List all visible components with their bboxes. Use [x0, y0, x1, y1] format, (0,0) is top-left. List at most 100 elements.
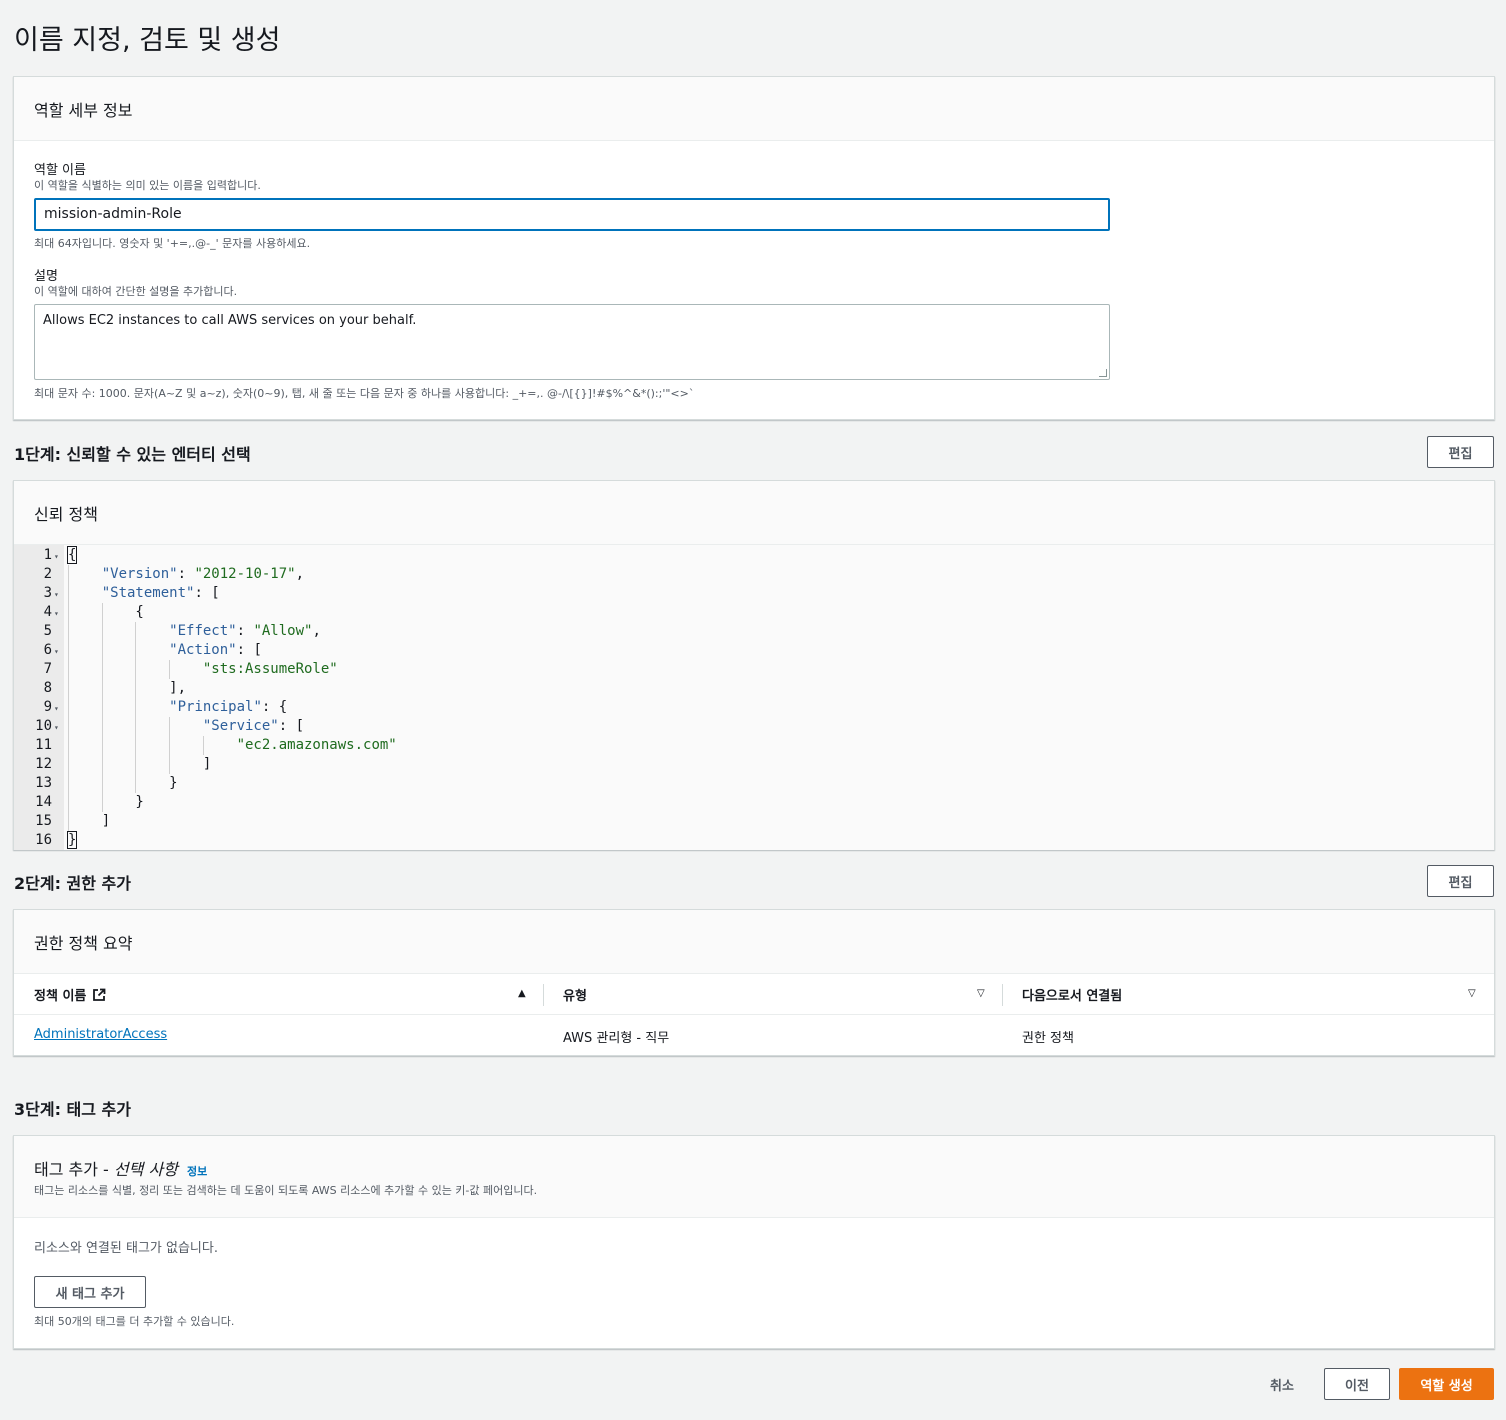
- code-text: ]: [68, 813, 111, 829]
- column-header-type[interactable]: 유형: [563, 974, 587, 1015]
- permissions-summary-header: 권한 정책 요약: [14, 910, 1494, 974]
- tags-title-main: 태그 추가 -: [34, 1160, 114, 1179]
- code-line: 7 "sts:AssumeRole": [14, 660, 1494, 679]
- step1-heading: 1단계: 신뢰할 수 있는 엔터티 선택: [14, 445, 251, 464]
- line-number: 14: [35, 794, 52, 810]
- line-number: 9: [43, 699, 52, 715]
- indent-guide: [169, 717, 171, 774]
- code-line: 12 ]: [14, 755, 1494, 774]
- role-name-constraint: 최대 64자입니다. 영숫자 및 '+=,.@-_' 문자를 사용하세요.: [34, 237, 311, 250]
- line-number: 13: [35, 775, 52, 791]
- add-tag-button[interactable]: 새 태그 추가: [34, 1276, 146, 1308]
- description-textarea[interactable]: Allows EC2 instances to call AWS service…: [34, 304, 1110, 380]
- create-role-button[interactable]: 역할 생성: [1399, 1368, 1494, 1400]
- code-text: }: [68, 775, 178, 791]
- column-divider: [543, 984, 544, 1006]
- code-text: {: [68, 604, 144, 620]
- code-text: "sts:AssumeRole": [202, 661, 338, 677]
- page-title: 이름 지정, 검토 및 생성: [14, 25, 281, 56]
- fold-toggle-icon[interactable]: ▾: [54, 604, 59, 623]
- step2-edit-button[interactable]: 편집: [1427, 865, 1494, 897]
- code-line: 2 "Version": "2012-10-17",: [14, 565, 1494, 584]
- code-line: 8 ],: [14, 679, 1494, 698]
- permissions-summary-title: 권한 정책 요약: [34, 933, 133, 953]
- column-header-label: 정책 이름: [34, 989, 87, 1004]
- tags-description: 태그는 리소스를 식별, 정리 또는 검색하는 데 도움이 되도록 AWS 리소…: [34, 1184, 538, 1197]
- cancel-button[interactable]: 취소: [1270, 1375, 1294, 1394]
- line-number: 4: [43, 604, 52, 620]
- fold-toggle-icon[interactable]: ▾: [54, 585, 59, 604]
- code-line: 1 ▾{: [14, 546, 1494, 565]
- indent-guide: [68, 565, 69, 831]
- tags-title-optional: 선택 사항: [113, 1160, 178, 1179]
- policy-type-cell: AWS 관리형 - 직무: [563, 1031, 670, 1046]
- indent-guide: [202, 736, 204, 755]
- resize-handle-icon[interactable]: [1099, 369, 1107, 377]
- code-text: "Effect": "Allow",: [169, 623, 321, 639]
- code-line: 6 ▾ "Action": [: [14, 641, 1494, 660]
- column-header-policy-name[interactable]: 정책 이름: [34, 974, 106, 1015]
- previous-button[interactable]: 이전: [1324, 1368, 1390, 1400]
- role-details-header: 역할 세부 정보: [14, 77, 1494, 141]
- role-details-title: 역할 세부 정보: [34, 100, 133, 120]
- code-line: 15 ]: [14, 812, 1494, 831]
- indent-guide: [169, 660, 171, 679]
- code-text: "Version": "2012-10-17",: [101, 566, 305, 582]
- line-number: 15: [35, 813, 52, 829]
- code-text: }: [68, 794, 144, 810]
- code-line: 14 }: [14, 793, 1494, 812]
- info-link[interactable]: 정보: [187, 1165, 207, 1178]
- line-number: 8: [43, 680, 52, 696]
- column-header-attached-as[interactable]: 다음으로서 연결됨: [1022, 974, 1122, 1015]
- attached-as-cell: 권한 정책: [1022, 1031, 1074, 1046]
- line-number: 12: [35, 756, 52, 772]
- indent-guide: [135, 622, 137, 793]
- line-number: 11: [35, 737, 52, 753]
- sort-ascending-icon[interactable]: ▲: [518, 988, 526, 999]
- line-number: 10: [35, 718, 52, 734]
- code-text: ]: [68, 756, 212, 772]
- description-constraint: 최대 문자 수: 1000. 문자(A~Z 및 a~z), 숫자(0~9), 탭…: [34, 387, 695, 400]
- role-details-card: 역할 세부 정보 역할 이름 이 역할을 식별하는 의미 있는 이름을 입력합니…: [13, 76, 1495, 420]
- role-name-input[interactable]: mission-admin-Role: [34, 198, 1110, 231]
- bracket-match-highlight: [67, 831, 77, 849]
- code-line: 13 }: [14, 774, 1494, 793]
- code-text: "Statement": [: [101, 585, 220, 601]
- fold-toggle-icon[interactable]: ▾: [54, 699, 59, 718]
- indent-guide: [101, 603, 103, 812]
- code-line: 4 ▾ {: [14, 603, 1494, 622]
- code-text: ],: [68, 680, 187, 696]
- policy-name-link[interactable]: AdministratorAccess: [34, 1027, 167, 1042]
- sort-unsorted-icon[interactable]: ▽: [977, 988, 985, 999]
- tags-title: 태그 추가 - 선택 사항 정보: [34, 1156, 207, 1180]
- fold-toggle-icon[interactable]: ▾: [54, 547, 59, 566]
- permissions-summary-card: 권한 정책 요약 정책 이름 ▲ 유형 ▽ 다음으로서 연결됨 ▽ Admini…: [13, 909, 1495, 1056]
- line-number: 2: [43, 566, 52, 582]
- role-name-description: 이 역할을 식별하는 의미 있는 이름을 입력합니다.: [34, 179, 261, 192]
- code-line: 5 "Effect": "Allow",: [14, 622, 1494, 641]
- code-line: 16}: [14, 831, 1494, 850]
- policy-code-editor[interactable]: 1 ▾{2 "Version": "2012-10-17", 3 ▾ "Stateme…: [14, 545, 1494, 850]
- bracket-match-highlight: [67, 546, 77, 564]
- description-value: Allows EC2 instances to call AWS service…: [43, 313, 417, 328]
- sort-unsorted-icon[interactable]: ▽: [1468, 988, 1476, 999]
- column-header-label: 다음으로서 연결됨: [1022, 989, 1123, 1004]
- line-number: 6: [43, 642, 52, 658]
- line-number: 7: [43, 661, 52, 677]
- code-text: "Action": [: [169, 642, 262, 658]
- step2-heading: 2단계: 권한 추가: [14, 874, 131, 893]
- description-description: 이 역할에 대하여 간단한 설명을 추가합니다.: [34, 285, 238, 298]
- code-line: 3 ▾ "Statement": [: [14, 584, 1494, 603]
- tags-card: 태그 추가 - 선택 사항 정보 태그는 리소스를 식별, 정리 또는 검색하는…: [13, 1135, 1495, 1349]
- description-label: 설명: [34, 269, 58, 284]
- line-number: 3: [43, 585, 52, 601]
- fold-toggle-icon[interactable]: ▾: [54, 718, 59, 737]
- tag-limit-text: 최대 50개의 태그를 더 추가할 수 있습니다.: [34, 1315, 235, 1328]
- line-number: 1: [43, 547, 52, 563]
- step3-heading: 3단계: 태그 추가: [14, 1100, 131, 1119]
- step1-edit-button[interactable]: 편집: [1427, 436, 1494, 468]
- trust-policy-card: 신뢰 정책 1 ▾{2 "Version": "2012-10-17", 3 ▾ "S…: [13, 480, 1495, 850]
- column-divider: [1002, 984, 1003, 1006]
- code-line: 10 ▾ "Service": [: [14, 717, 1494, 736]
- fold-toggle-icon[interactable]: ▾: [54, 642, 59, 661]
